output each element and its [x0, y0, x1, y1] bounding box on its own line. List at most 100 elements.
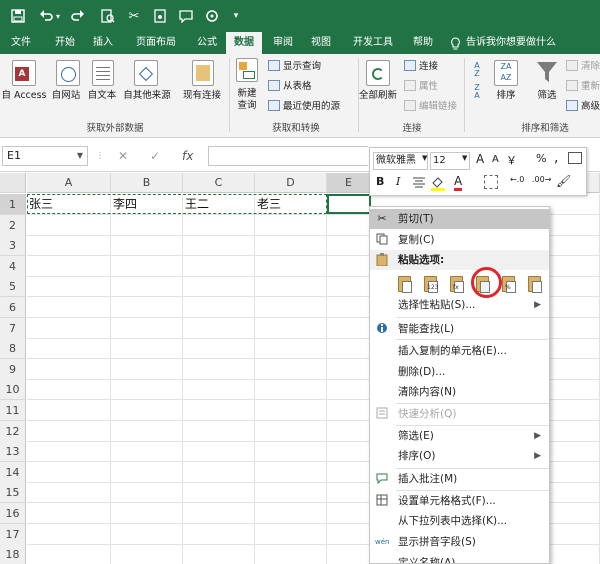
- grid-cell[interactable]: [183, 441, 255, 463]
- settings-icon[interactable]: [202, 6, 222, 26]
- chevron-down-icon[interactable]: ▼: [422, 154, 427, 162]
- edit-links-button[interactable]: 编辑链接: [404, 100, 457, 114]
- grid-cell[interactable]: [27, 482, 111, 504]
- grid-cell[interactable]: [27, 503, 111, 524]
- grid-cell[interactable]: [255, 503, 327, 524]
- borders-icon[interactable]: [484, 175, 498, 189]
- from-other-sources-button[interactable]: 自其他来源: [118, 90, 176, 102]
- menu-item-insert-copied-cells[interactable]: 插入复制的单元格(E)...: [370, 341, 549, 361]
- cell-a1[interactable]: 张三: [27, 194, 53, 214]
- existing-connections-button[interactable]: 现有连接: [178, 90, 226, 102]
- show-queries-button[interactable]: 显示查询: [268, 60, 321, 74]
- grid-cell[interactable]: [27, 317, 111, 339]
- row-header-6[interactable]: 6: [0, 297, 26, 318]
- grid-cell[interactable]: [27, 338, 111, 360]
- menu-item-paste-special[interactable]: 选择性粘贴(S)... ▶: [370, 295, 549, 315]
- bold-icon[interactable]: B: [376, 175, 384, 188]
- row-header-16[interactable]: 16: [0, 503, 26, 524]
- tab-home[interactable]: 开始: [48, 32, 82, 54]
- grid-cell[interactable]: [183, 255, 255, 277]
- align-center-icon[interactable]: [412, 175, 426, 189]
- menu-item-copy[interactable]: 复制(C): [370, 230, 549, 250]
- undo-dropdown-icon[interactable]: ▾: [53, 6, 63, 26]
- row-header-12[interactable]: 12: [0, 420, 26, 442]
- grid-cell[interactable]: [255, 400, 327, 421]
- row-header-8[interactable]: 8: [0, 338, 26, 360]
- chevron-down-icon[interactable]: ▼: [462, 154, 467, 162]
- row-header-3[interactable]: 3: [0, 235, 26, 257]
- grid-cell[interactable]: [255, 358, 327, 380]
- paste-link-icon[interactable]: [524, 273, 544, 295]
- row-header-7[interactable]: 7: [0, 317, 26, 339]
- comma-style-icon[interactable]: ,: [554, 150, 558, 166]
- grid-cell[interactable]: [27, 461, 111, 483]
- from-web-button[interactable]: 自网站: [46, 90, 86, 102]
- italic-icon[interactable]: I: [396, 175, 400, 188]
- print-preview-icon[interactable]: [98, 6, 118, 26]
- grid-cell[interactable]: [183, 503, 255, 524]
- grid-cell[interactable]: [27, 297, 111, 318]
- insert-function-icon[interactable]: fx: [182, 146, 193, 166]
- refresh-all-button[interactable]: 全部刷新: [356, 90, 400, 102]
- tab-insert[interactable]: 插入: [86, 32, 120, 54]
- grid-cell[interactable]: [111, 420, 183, 442]
- menu-item-insert-comment[interactable]: 插入批注(M): [370, 469, 549, 489]
- grid-cell[interactable]: [111, 461, 183, 483]
- grid-cell[interactable]: [255, 482, 327, 504]
- grid-cell[interactable]: [183, 317, 255, 339]
- grid-cell[interactable]: [255, 255, 327, 277]
- grid-cell[interactable]: [27, 441, 111, 463]
- customize-icon[interactable]: ▾: [226, 6, 246, 26]
- chevron-down-icon[interactable]: ▼: [77, 147, 83, 165]
- grid-cell[interactable]: [27, 235, 111, 257]
- row-header-14[interactable]: 14: [0, 461, 26, 483]
- grid-cell[interactable]: [255, 276, 327, 298]
- grid-cell[interactable]: [327, 297, 371, 318]
- row-header-9[interactable]: 9: [0, 358, 26, 380]
- grid-cell[interactable]: [183, 235, 255, 257]
- grid-cell[interactable]: [327, 523, 371, 545]
- menu-item-quick-analysis[interactable]: 快速分析(Q): [370, 404, 549, 424]
- grid-cell[interactable]: [27, 523, 111, 545]
- grid-cell[interactable]: [27, 358, 111, 380]
- active-cell-e1[interactable]: [327, 194, 371, 214]
- column-header-c[interactable]: C: [183, 173, 255, 193]
- from-table-button[interactable]: 从表格: [268, 80, 312, 94]
- name-box[interactable]: E1 ▼: [2, 146, 88, 166]
- grid-cell[interactable]: [255, 544, 327, 564]
- font-name-select[interactable]: 微软雅黑: [373, 152, 428, 170]
- grid-cell[interactable]: [327, 338, 371, 360]
- percent-icon[interactable]: %: [536, 152, 546, 165]
- cell-c1[interactable]: 王二: [183, 194, 209, 214]
- formula-input[interactable]: [208, 146, 368, 166]
- filter-button[interactable]: 筛选: [530, 90, 564, 102]
- grid-cell[interactable]: [111, 441, 183, 463]
- column-header-e[interactable]: E: [327, 173, 371, 193]
- tab-review[interactable]: 审阅: [266, 32, 300, 54]
- grid-cell[interactable]: [183, 276, 255, 298]
- tab-formulas[interactable]: 公式: [190, 32, 224, 54]
- format-painter-icon[interactable]: 🖌: [556, 174, 571, 188]
- grid-cell[interactable]: [183, 523, 255, 545]
- reapply-filter-button[interactable]: 重新: [566, 80, 600, 94]
- currency-icon[interactable]: ￥: [506, 152, 517, 168]
- grid-cell[interactable]: [111, 276, 183, 298]
- cell-d1[interactable]: 老三: [255, 194, 281, 214]
- redo-icon[interactable]: [68, 6, 88, 26]
- grid-cell[interactable]: [255, 214, 327, 236]
- grid-cell[interactable]: [183, 338, 255, 360]
- grid-cell[interactable]: [255, 441, 327, 463]
- grid-cell[interactable]: [327, 544, 371, 564]
- grid-cell[interactable]: [327, 235, 371, 257]
- grid-cell[interactable]: [327, 503, 371, 524]
- row-header-13[interactable]: 13: [0, 441, 26, 463]
- paste-values-icon[interactable]: 123: [420, 273, 440, 295]
- sort-za-icon[interactable]: ZA: [470, 84, 484, 100]
- tab-file[interactable]: 文件: [4, 32, 38, 54]
- grid-cell[interactable]: [327, 379, 371, 401]
- row-header-15[interactable]: 15: [0, 482, 26, 504]
- grid-cell[interactable]: [27, 276, 111, 298]
- row-header-18[interactable]: 18: [0, 544, 26, 564]
- tell-me-search[interactable]: 告诉我你想要做什么: [466, 32, 586, 54]
- column-header-b[interactable]: B: [111, 173, 183, 193]
